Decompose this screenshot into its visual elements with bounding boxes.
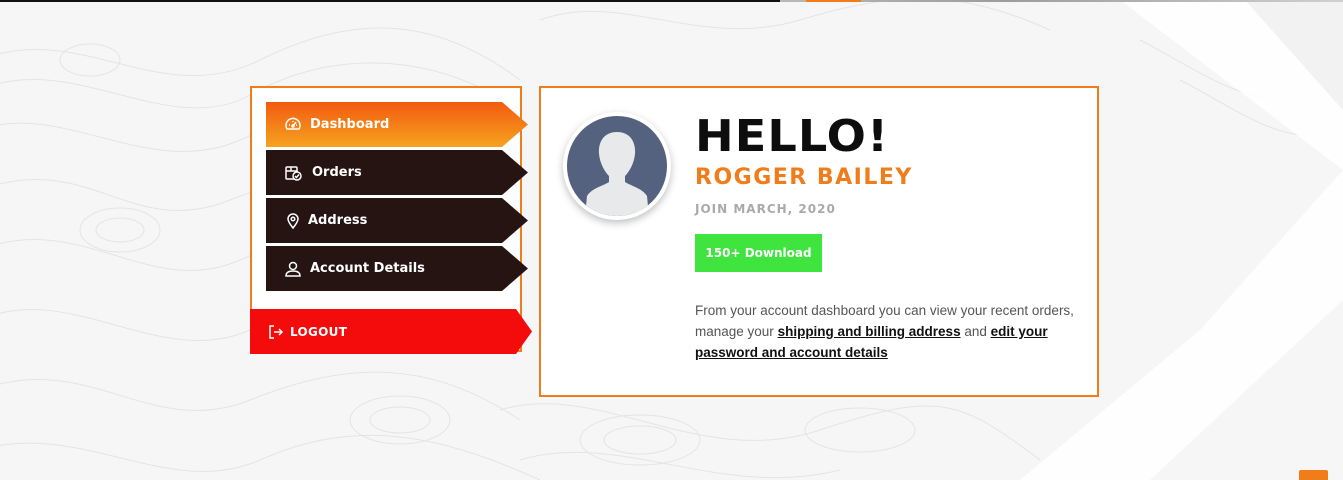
logout-label: LOGOUT [290,324,348,339]
box-check-icon [284,164,302,182]
account-sidebar: Dashboard Orders Address Account Details… [250,86,532,354]
greeting-heading: HELLO! [695,111,890,162]
dashboard-description: From your account dashboard you can view… [695,300,1085,363]
map-pin-icon [284,212,302,230]
sidebar-item-label: Dashboard [310,117,390,132]
user-silhouette-icon [585,132,649,216]
sidebar-item-orders[interactable]: Orders [266,150,528,195]
description-text: and [960,324,991,339]
scroll-to-top-button[interactable] [1299,470,1328,480]
sidebar-item-address[interactable]: Address [266,198,528,243]
sidebar-item-dashboard[interactable]: Dashboard [266,102,528,147]
sidebar-item-label: Address [308,213,368,228]
download-count-button[interactable]: 150+ Download [695,234,822,272]
sidebar-item-label: Account Details [310,261,425,276]
user-icon [284,260,302,278]
gauge-icon [284,116,302,134]
top-banner-strip [780,0,1343,2]
top-border-strip [0,0,780,2]
logout-icon [268,324,284,340]
sidebar-item-label: Orders [312,165,362,180]
top-accent-mark [806,0,861,2]
join-date: JOIN MARCH, 2020 [695,202,836,216]
shipping-billing-link[interactable]: shipping and billing address [778,324,961,339]
dashboard-card: HELLO! ROGGER BAILEY JOIN MARCH, 2020 15… [539,86,1099,397]
logout-button[interactable]: LOGOUT [250,309,532,354]
avatar [563,112,671,220]
user-name: ROGGER BAILEY [695,165,913,190]
sidebar-item-account-details[interactable]: Account Details [266,246,528,291]
